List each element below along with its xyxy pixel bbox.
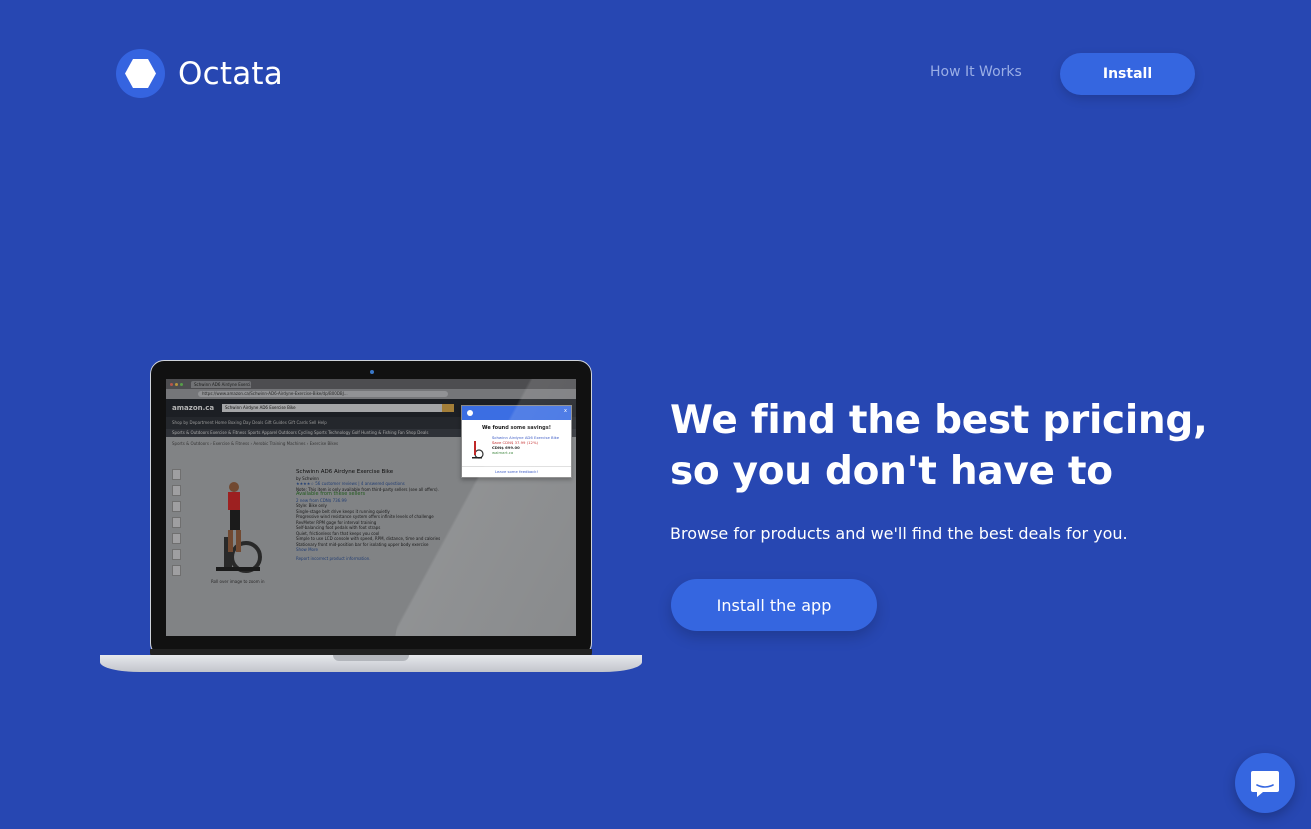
laptop-notch: [333, 655, 409, 661]
hexagon-icon: [116, 49, 165, 98]
install-app-button[interactable]: Install the app: [671, 579, 877, 631]
thumbnail: [172, 565, 181, 576]
hero-subtext: Browse for products and we'll find the b…: [670, 524, 1128, 543]
popup-title: We found some savings!: [482, 425, 551, 431]
headline-line-1: We find the best pricing,: [670, 398, 1208, 443]
chat-widget-button[interactable]: [1235, 753, 1295, 813]
hero-headline: We find the best pricing, so you don't h…: [670, 395, 1290, 497]
laptop-screen: Schwinn AD6 Airdyne Exerci... https://ww…: [166, 379, 576, 636]
hexagon-icon: [467, 410, 473, 416]
exercise-bike-image: [216, 482, 262, 573]
address-field: https://www.amazon.ca/Schwinn-AD6-Airdyn…: [198, 391, 448, 397]
laptop-base: [100, 655, 642, 672]
product-bullet: Simple to use LCD console with speed, RP…: [296, 536, 441, 541]
store-search-icon: [442, 404, 454, 412]
thumbnail: [172, 517, 181, 528]
popup-header: x: [462, 406, 571, 420]
thumbnail: [172, 549, 181, 560]
zoom-hint: Roll over image to zoom in: [211, 579, 265, 584]
chat-bubble-icon: [1251, 771, 1279, 797]
store-search: Schwinn Airdyne AD6 Exercise Bike: [222, 404, 442, 412]
store-logo: amazon.ca: [172, 404, 215, 412]
window-maximize-dot: [180, 382, 183, 386]
report-link: Report incorrect product information.: [296, 555, 371, 561]
nav-how-it-works[interactable]: How It Works: [930, 64, 1022, 80]
camera-dot: [370, 370, 374, 374]
browser-tab-bar: Schwinn AD6 Airdyne Exerci...: [166, 379, 576, 389]
popup-deal: Schwinn Airdyne AD6 Exercise Bike Save C…: [492, 435, 571, 455]
window-close-dot: [170, 382, 173, 386]
laptop-illustration: Schwinn AD6 Airdyne Exerci... https://ww…: [100, 360, 642, 673]
thumbnail: [172, 485, 181, 496]
headline-line-2: so you don't have to: [670, 449, 1113, 494]
brand-name: Octata: [178, 55, 283, 92]
install-button[interactable]: Install: [1060, 53, 1195, 95]
product-info: Schwinn AD6 Airdyne Exercise Bike by Sch…: [296, 469, 446, 561]
window-minimize-dot: [175, 382, 178, 386]
laptop-lid: Schwinn AD6 Airdyne Exerci... https://ww…: [150, 360, 592, 657]
product-bullet: Stationary front mid-position bar for is…: [296, 541, 429, 547]
thumbnail: [172, 501, 181, 512]
product-bullet: Progressive wind resistance system offer…: [296, 514, 434, 519]
browser-address-bar: https://www.amazon.ca/Schwinn-AD6-Airdyn…: [166, 389, 576, 399]
thumbnail: [172, 469, 181, 480]
bike-thumbnail: [472, 441, 484, 459]
deal-store: walmart.ca: [492, 450, 514, 455]
browser-tab: Schwinn AD6 Airdyne Exerci...: [191, 380, 251, 388]
product-thumbnails: [172, 469, 182, 581]
close-icon: x: [564, 408, 567, 414]
show-more-link: Show More: [296, 547, 318, 552]
savings-popup: x We found some savings! Schwinn Airdyne…: [461, 405, 572, 478]
brand-logo[interactable]: Octata: [116, 49, 283, 98]
feedback-link: Leave some feedback!: [462, 466, 571, 474]
thumbnail: [172, 533, 181, 544]
